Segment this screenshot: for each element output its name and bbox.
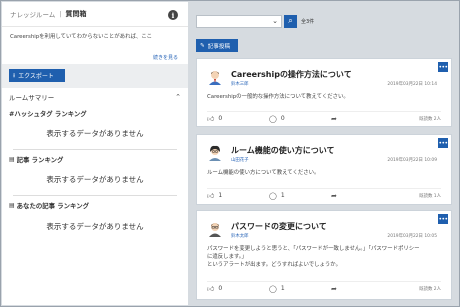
search-button[interactable]: ⌕ (284, 14, 297, 28)
article-ranking-empty: 表示するデータがありません (13, 164, 177, 196)
avatar (209, 71, 221, 85)
share-button[interactable]: ➦ (331, 115, 391, 123)
article-feed: ⌄ ⌕ 全3件 ✎ 記事投稿 ••• Careershipの操作方法について 鈴… (196, 0, 456, 307)
breadcrumb-separator: | (59, 10, 62, 18)
share-button[interactable]: ➦ (331, 285, 391, 293)
comment-icon: ◯ (269, 114, 277, 123)
new-post-button[interactable]: ✎ 記事投稿 (196, 39, 238, 52)
search-select[interactable]: ⌄ (196, 14, 282, 28)
post-body-line-3: というアラートが出ます。どうすればよいでしょうか。 (207, 262, 341, 268)
post-date: 2019年03月22日 10:14 (387, 82, 437, 87)
post-author[interactable]: 鈴木三郎 (231, 81, 249, 87)
reader-count: 既読数 2人 (419, 286, 441, 292)
post-body-line-1: パスワードを変更しようと思うと、「パスワードが一致しません。」「パスワードポリシ… (207, 246, 420, 252)
like-count: 0 (218, 285, 223, 292)
result-count: 全3件 (301, 18, 315, 25)
like-button[interactable]: 👍︎ 0 (207, 114, 269, 123)
post-title[interactable]: パスワードの変更について (231, 221, 327, 232)
like-button[interactable]: 👍︎ 0 (207, 284, 269, 293)
calendar-icon: ▤ (9, 201, 15, 209)
export-label: エクスポート (18, 73, 54, 80)
share-icon: ➦ (331, 114, 337, 123)
share-icon: ➦ (331, 284, 337, 293)
room-summary-header[interactable]: ルームサマリー ⌃ (9, 90, 181, 104)
edit-icon: ✎ (200, 42, 205, 49)
post-date: 2019年03月22日 10:05 (387, 234, 437, 239)
post-author[interactable]: 鈴木太郎 (231, 233, 249, 239)
post-body: Careershipの一般的な操作方法について教えてください。 (207, 94, 349, 100)
read-more-link[interactable]: 続きを見る (153, 54, 178, 61)
room-name[interactable]: ナレッジルーム (10, 9, 55, 19)
share-icon: ➦ (331, 191, 337, 200)
my-article-ranking-section: ▤ あなたの記事 ランキング 表示するデータがありません (9, 200, 181, 242)
my-article-ranking-header: ▤ あなたの記事 ランキング (9, 200, 181, 210)
post-title[interactable]: Careershipの操作方法について (231, 69, 352, 80)
comment-icon: ◯ (269, 191, 277, 200)
download-icon: ⭳ (13, 71, 16, 79)
comment-count: 0 (280, 115, 285, 122)
export-bar: ⭳ エクスポート (2, 64, 188, 88)
article-ranking-section: ▤ 記事 ランキング 表示するデータがありません (9, 154, 181, 196)
avatar (209, 223, 221, 237)
my-article-ranking-title: あなたの記事 ランキング (16, 201, 90, 210)
post-title[interactable]: ルーム機能の使い方について (231, 145, 335, 156)
avatar (209, 145, 221, 161)
post-body-line-2: に違反します。」 (207, 254, 247, 260)
more-menu-icon[interactable]: ••• (438, 214, 448, 224)
chevron-down-icon: ⌄ (272, 16, 278, 25)
room-header: ナレッジルーム | 質問箱 (2, 2, 188, 26)
comment-count: 1 (280, 192, 285, 199)
room-title: 質問箱 (65, 10, 87, 18)
hashtag-ranking-title: #ハッシュタグ ランキング (9, 109, 87, 118)
new-post-label: 記事投稿 (207, 43, 231, 50)
post-actions: 👍︎ 1 ◯ 1 ➦ 既読数 1人 (207, 188, 441, 202)
reader-count: 既読数 2人 (419, 116, 441, 122)
article-ranking-title: 記事 ランキング (16, 155, 64, 164)
post-body: ルーム機能の使い方について教えてください。 (207, 170, 320, 176)
chevron-up-icon[interactable]: ⌃ (175, 93, 181, 101)
reader-count: 既読数 1人 (419, 193, 441, 199)
post-actions: 👍︎ 0 ◯ 0 ➦ 既読数 2人 (207, 111, 441, 125)
like-count: 0 (218, 115, 223, 122)
comment-button[interactable]: ◯ 1 (269, 192, 331, 200)
post-actions: 👍︎ 0 ◯ 1 ➦ 既読数 2人 (207, 281, 441, 295)
thumbs-up-icon: 👍︎ (207, 115, 215, 123)
comment-icon: ◯ (269, 284, 277, 293)
comment-button[interactable]: ◯ 1 (269, 285, 331, 293)
export-button[interactable]: ⭳ エクスポート (9, 69, 65, 82)
comment-button[interactable]: ◯ 0 (269, 115, 331, 123)
post-card[interactable]: ••• パスワードの変更について 鈴木太郎 2019年03月22日 10:05 … (196, 210, 452, 300)
hashtag-ranking-section: #ハッシュタグ ランキング 表示するデータがありません (9, 108, 181, 150)
post-card[interactable]: ••• Careershipの操作方法について 鈴木三郎 2019年03月22日… (196, 58, 452, 127)
share-button[interactable]: ➦ (331, 192, 391, 200)
room-summary-title: ルームサマリー (9, 94, 55, 102)
search-icon: ⌕ (288, 16, 293, 25)
room-summary: ルームサマリー ⌃ #ハッシュタグ ランキング 表示するデータがありません ▤ … (9, 90, 181, 305)
info-icon[interactable]: i (168, 10, 178, 20)
post-date: 2019年03月22日 10:09 (387, 158, 437, 163)
calendar-icon: ▤ (9, 155, 15, 163)
post-author[interactable]: 山田花子 (231, 157, 249, 163)
room-sidebar: ナレッジルーム | 質問箱 i Careershipを利用していてわからないこと… (2, 2, 188, 305)
like-button[interactable]: 👍︎ 1 (207, 191, 269, 200)
search-row: ⌄ ⌕ 全3件 (196, 14, 314, 28)
hashtag-ranking-empty: 表示するデータがありません (13, 118, 177, 150)
my-article-ranking-empty: 表示するデータがありません (46, 221, 144, 231)
comment-count: 1 (280, 285, 285, 292)
more-menu-icon[interactable]: ••• (438, 138, 448, 148)
like-count: 1 (218, 192, 223, 199)
thumbs-up-icon: 👍︎ (207, 285, 215, 293)
post-card[interactable]: ••• ルーム機能の使い方について 山田花子 2019年03月22日 10:09… (196, 134, 452, 205)
more-menu-icon[interactable]: ••• (438, 62, 448, 72)
article-ranking-header: ▤ 記事 ランキング (9, 154, 181, 164)
thumbs-up-icon: 👍︎ (207, 192, 215, 200)
